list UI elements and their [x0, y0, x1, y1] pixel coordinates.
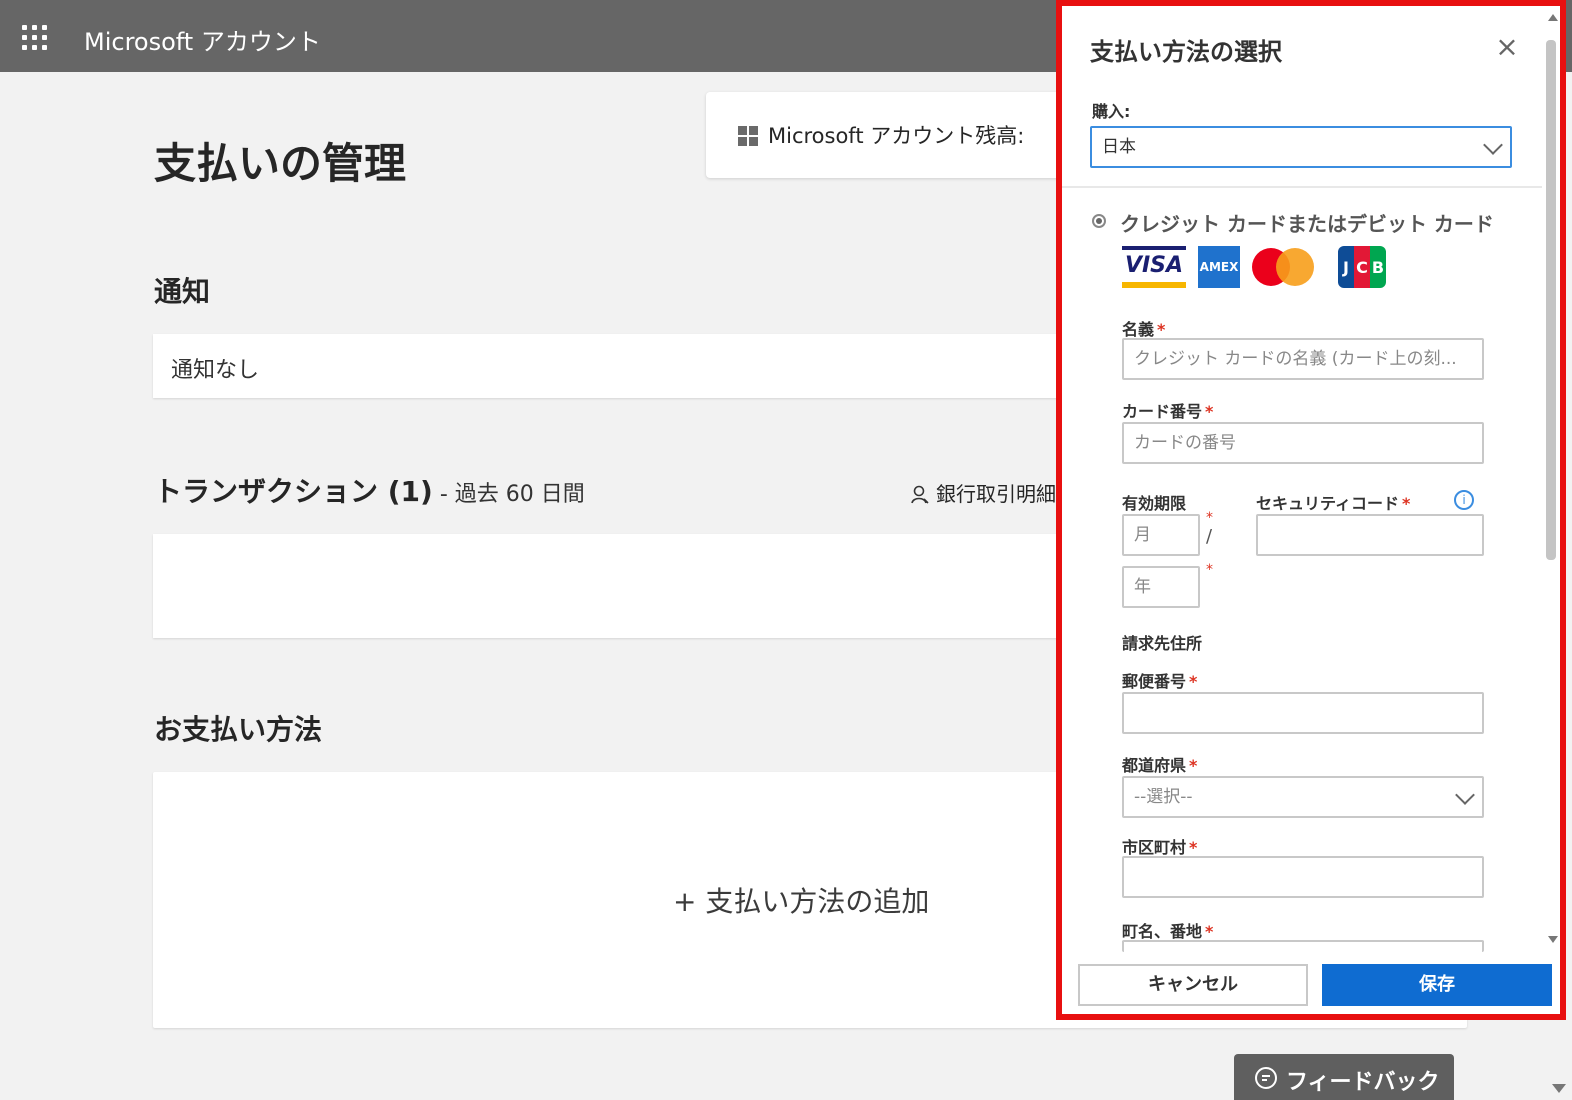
panel-title: 支払い方法の選択: [1090, 38, 1282, 66]
postal-code-label-text: 郵便番号: [1122, 672, 1187, 691]
visa-logo-icon: VISA: [1122, 246, 1186, 288]
bank-statement-link[interactable]: 銀行取引明細: [910, 478, 1060, 507]
mastercard-logo-icon: [1252, 246, 1316, 288]
card-number-label: カード番号 *: [1122, 398, 1213, 422]
microsoft-logo-icon: [738, 126, 758, 146]
required-mark: *: [1205, 922, 1214, 941]
transactions-title: トランザクション (1): [154, 475, 433, 508]
security-code-input[interactable]: [1256, 514, 1484, 556]
panel-scroll-up-arrow[interactable]: [1548, 14, 1558, 21]
jcb-letter-b: B: [1370, 246, 1386, 288]
country-select[interactable]: 日本: [1090, 126, 1512, 168]
panel-scroll-down-arrow[interactable]: [1548, 936, 1558, 943]
city-label-text: 市区町村: [1122, 838, 1187, 857]
card-number-input[interactable]: カードの番号: [1122, 422, 1484, 464]
transactions-card: [153, 534, 1083, 638]
prefecture-select[interactable]: --選択--: [1122, 776, 1484, 818]
required-mark: *: [1189, 672, 1198, 691]
panel-divider: [1062, 186, 1542, 188]
feedback-button[interactable]: フィードバック: [1234, 1054, 1454, 1100]
street-label: 町名、番地 *: [1122, 918, 1213, 942]
country-value: 日本: [1102, 137, 1136, 157]
feedback-label: フィードバック: [1286, 1070, 1440, 1095]
balance-label: Microsoft アカウント残高:: [768, 124, 1025, 148]
notifications-empty-text: 通知なし: [171, 358, 260, 383]
chevron-down-icon: [1455, 785, 1475, 805]
add-payment-method-button[interactable]: + 支払い方法の追加: [673, 880, 929, 920]
security-code-label-text: セキュリティコード: [1256, 494, 1400, 513]
chevron-down-icon: [1483, 135, 1503, 155]
payment-method-panel: 支払い方法の選択 × 購入: 日本 クレジット カードまたはデビット カード V…: [1056, 0, 1566, 1020]
required-mark: *: [1206, 510, 1213, 526]
street-input[interactable]: [1122, 940, 1484, 952]
notifications-heading: 通知: [154, 275, 211, 308]
person-icon: [911, 485, 929, 504]
street-label-text: 町名、番地: [1122, 922, 1203, 941]
transactions-period: - 過去 60 日間: [432, 482, 585, 507]
security-code-label: セキュリティコード *: [1256, 490, 1410, 514]
account-balance-card: Microsoft アカウント残高:: [706, 92, 1086, 178]
close-icon[interactable]: ×: [1494, 33, 1520, 61]
purchase-label: 購入:: [1092, 102, 1131, 121]
jcb-letter-j: J: [1338, 246, 1354, 288]
required-mark: *: [1205, 402, 1214, 421]
bank-statement-label: 銀行取引明細: [936, 482, 1056, 506]
info-icon[interactable]: i: [1454, 490, 1474, 510]
postal-code-input[interactable]: [1122, 692, 1484, 734]
cardholder-name-input[interactable]: クレジット カードの名義 (カード上の刻...: [1122, 338, 1484, 380]
required-mark: *: [1402, 494, 1411, 513]
name-label: 名義 *: [1122, 316, 1165, 340]
prefecture-label: 都道府県 *: [1122, 752, 1197, 776]
expiry-year-input[interactable]: 年: [1122, 566, 1200, 608]
notifications-card: 通知なし: [153, 334, 1083, 398]
page-scroll-down-arrow[interactable]: [1552, 1084, 1566, 1093]
page-title: 支払いの管理: [154, 139, 407, 188]
prefecture-value: --選択--: [1134, 787, 1193, 807]
card-type-label: クレジット カードまたはデビット カード: [1120, 212, 1494, 236]
app-title[interactable]: Microsoft アカウント: [84, 22, 321, 57]
billing-address-label: 請求先住所: [1122, 634, 1203, 653]
required-mark: *: [1206, 562, 1213, 578]
transactions-heading: トランザクション (1) - 過去 60 日間: [154, 470, 585, 510]
expiry-label: 有効期限: [1122, 494, 1187, 513]
prefecture-label-text: 都道府県: [1122, 756, 1187, 775]
expiry-separator: /: [1206, 526, 1213, 547]
amex-logo-text: AMEX: [1199, 260, 1239, 274]
city-label: 市区町村 *: [1122, 834, 1197, 858]
app-launcher-icon[interactable]: [22, 25, 48, 51]
card-type-radio[interactable]: [1092, 214, 1106, 228]
payment-methods-heading: お支払い方法: [154, 713, 323, 746]
save-button[interactable]: 保存: [1322, 964, 1552, 1006]
jcb-letter-c: C: [1354, 246, 1370, 288]
visa-logo-text: VISA: [1124, 253, 1184, 278]
postal-code-label: 郵便番号 *: [1122, 668, 1197, 692]
expiry-month-input[interactable]: 月: [1122, 514, 1200, 556]
required-mark: *: [1189, 838, 1198, 857]
required-mark: *: [1157, 320, 1166, 339]
cancel-button[interactable]: キャンセル: [1078, 964, 1308, 1006]
required-mark: *: [1189, 756, 1198, 775]
card-number-label-text: カード番号: [1122, 402, 1203, 421]
amex-logo-icon: AMEX: [1198, 246, 1240, 288]
name-label-text: 名義: [1122, 320, 1155, 339]
city-input[interactable]: [1122, 856, 1484, 898]
panel-scrollbar[interactable]: [1546, 40, 1556, 560]
chat-bubble-icon: [1255, 1067, 1277, 1089]
jcb-logo-icon: J C B: [1338, 246, 1386, 288]
